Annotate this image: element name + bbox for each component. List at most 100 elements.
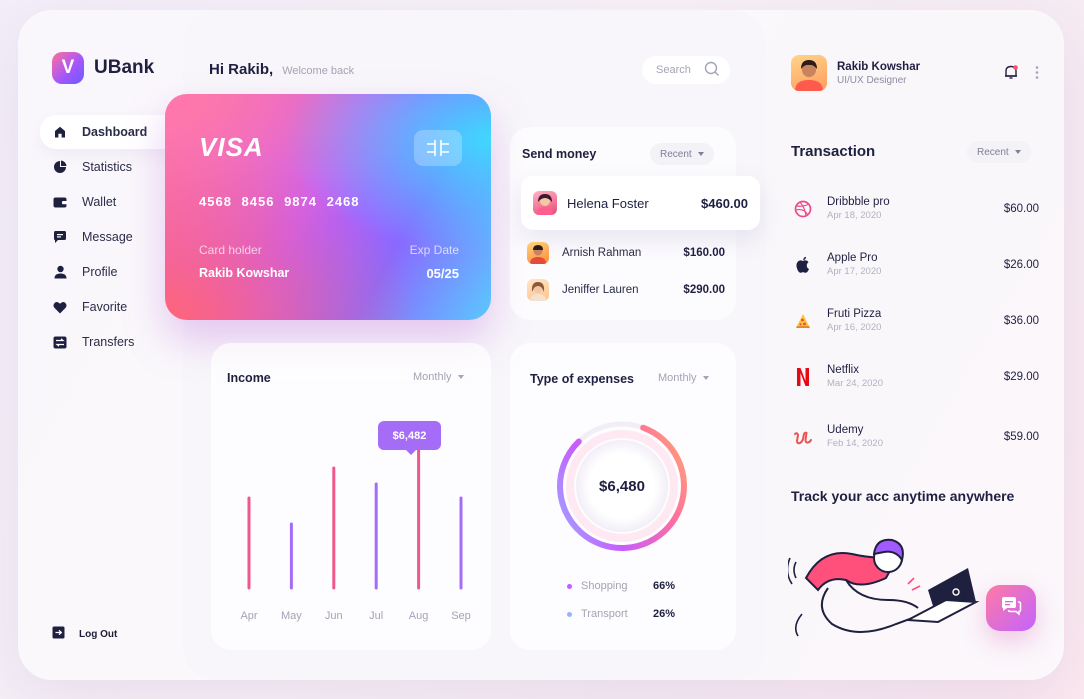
- chevron-down-icon: [702, 376, 709, 380]
- transaction-filter-label: Recent: [977, 146, 1009, 158]
- contact-row[interactable]: Jeniffer Lauren $290.00: [527, 279, 725, 301]
- logout-button[interactable]: Log Out: [52, 626, 117, 642]
- chart-tooltip: $6,482: [378, 421, 441, 455]
- more-options-icon[interactable]: [1034, 65, 1040, 86]
- sidebar-item-label: Statistics: [82, 160, 133, 174]
- transaction-name: Fruti Pizza: [827, 308, 882, 320]
- message-icon: [52, 229, 68, 245]
- chevron-down-icon: [457, 375, 464, 379]
- sidebar-item-message[interactable]: Message: [40, 220, 185, 254]
- transaction-name: Netflix: [827, 364, 859, 376]
- transaction-amount: $60.00: [1003, 202, 1039, 215]
- user-icon: [52, 264, 68, 280]
- income-filter-label: Monthly: [413, 371, 452, 383]
- card-exp-label: Exp Date: [409, 243, 459, 257]
- user-profile[interactable]: Rakib Kowshar UI/UX Designer: [791, 55, 920, 91]
- transaction-filter-dropdown[interactable]: Recent: [967, 141, 1031, 163]
- sidebar-item-wallet[interactable]: Wallet: [40, 185, 185, 219]
- contact-name: Helena Foster: [567, 195, 649, 211]
- income-bar-chart: Apr May Jun Jul Aug Sep: [240, 446, 471, 622]
- send-money-filter-dropdown[interactable]: Recent: [650, 143, 714, 165]
- dribbble-icon: [791, 197, 815, 221]
- search-icon[interactable]: [704, 61, 720, 80]
- greeting: Hi Rakib, Welcome back: [209, 61, 354, 78]
- transaction-date: Apr 17, 2020: [827, 266, 882, 277]
- transaction-row[interactable]: Dribbble pro Apr 18, 2020 $60.00: [791, 196, 1039, 221]
- transaction-amount: $36.00: [1003, 314, 1039, 327]
- card-number: 4568 8456 9874 2468: [199, 194, 360, 209]
- transaction-date: Feb 14, 2020: [827, 438, 883, 449]
- search-input[interactable]: Search: [642, 56, 730, 84]
- transaction-name: Apple Pro: [827, 252, 878, 264]
- legend-dot: [567, 583, 572, 589]
- contact-amount: $460.00: [701, 195, 748, 211]
- logo-mark: V: [52, 52, 84, 84]
- transaction-amount: $29.00: [1003, 370, 1039, 383]
- transaction-row[interactable]: Netflix Mar 24, 2020 $29.00: [791, 364, 1039, 389]
- card-holder-name: Rakib Kowshar: [199, 266, 290, 280]
- sidebar-item-profile[interactable]: Profile: [40, 255, 185, 289]
- card-chip-icon: [414, 130, 462, 166]
- sidebar-item-label: Favorite: [82, 300, 128, 314]
- greeting-subtitle: Welcome back: [282, 65, 355, 77]
- transaction-name: Udemy: [827, 424, 864, 436]
- legend-percent: 26%: [652, 608, 675, 620]
- user-name: Rakib Kowshar: [837, 60, 921, 73]
- legend-item-shopping: Shopping 66%: [567, 580, 675, 592]
- legend-label: Shopping: [581, 580, 628, 592]
- heart-icon: [52, 299, 68, 315]
- chevron-down-icon: [1014, 150, 1021, 154]
- contact-name: Arnish Rahman: [562, 247, 642, 259]
- udemy-icon: [791, 425, 815, 449]
- transaction-title: Transaction: [791, 143, 876, 160]
- transaction-amount: $59.00: [1003, 430, 1039, 443]
- contact-row-highlighted[interactable]: Helena Foster $460.00: [521, 176, 760, 230]
- avatar: [527, 279, 549, 301]
- legend-item-transport: Transport 26%: [567, 608, 675, 620]
- sidebar-item-transfers[interactable]: Transfers: [40, 325, 185, 359]
- transaction-row[interactable]: Fruti Pizza Apr 16, 2020 $36.00: [791, 308, 1039, 333]
- sidebar-item-dashboard[interactable]: Dashboard: [40, 115, 185, 149]
- transaction-row[interactable]: Apple Pro Apr 17, 2020 $26.00: [791, 252, 1039, 277]
- contact-name: Jeniffer Lauren: [562, 284, 639, 296]
- expenses-filter-label: Monthly: [658, 372, 697, 384]
- sidebar-item-favorite[interactable]: Favorite: [40, 290, 185, 324]
- logo-letter: V: [61, 57, 75, 78]
- apple-icon: [791, 253, 815, 277]
- chat-icon: [1000, 596, 1022, 621]
- sidebar-item-label: Message: [82, 230, 133, 244]
- home-icon: [52, 124, 68, 140]
- sidebar-item-label: Profile: [82, 265, 118, 279]
- legend-label: Transport: [581, 608, 628, 620]
- x-tick-label: May: [281, 610, 302, 622]
- income-filter-dropdown[interactable]: Monthly: [413, 371, 464, 383]
- avatar: [527, 242, 549, 264]
- credit-card[interactable]: VISA 4568 8456 9874 2468 Card holder Rak…: [165, 94, 491, 320]
- search-placeholder: Search: [656, 64, 691, 76]
- send-money-title: Send money: [522, 147, 597, 161]
- sidebar-item-label: Dashboard: [82, 125, 148, 139]
- transaction-row[interactable]: Udemy Feb 14, 2020 $59.00: [791, 424, 1039, 449]
- netflix-icon: [791, 365, 815, 389]
- promo-illustration: [788, 538, 980, 637]
- expenses-title: Type of expenses: [530, 372, 634, 386]
- transaction-date: Mar 24, 2020: [827, 378, 883, 389]
- expenses-filter-dropdown[interactable]: Monthly: [658, 372, 709, 384]
- card-exp-value: 05/25: [426, 266, 459, 281]
- card-holder-label: Card holder: [199, 243, 262, 257]
- logout-icon: [52, 626, 65, 642]
- contact-amount: $290.00: [683, 284, 725, 296]
- sidebar-item-statistics[interactable]: Statistics: [40, 150, 185, 184]
- contact-amount: $160.00: [683, 247, 725, 259]
- avatar: [791, 55, 827, 91]
- x-tick-label: Aug: [409, 610, 429, 622]
- sidebar-item-label: Wallet: [82, 195, 117, 209]
- contact-row[interactable]: Arnish Rahman $160.00: [527, 242, 725, 264]
- sidebar-item-label: Transfers: [82, 335, 135, 349]
- bell-icon[interactable]: [1003, 64, 1019, 85]
- chat-button[interactable]: [986, 585, 1036, 631]
- app-logo[interactable]: V UBank: [52, 52, 154, 84]
- greeting-title: Hi Rakib,: [209, 61, 274, 78]
- logout-label: Log Out: [79, 628, 118, 640]
- transfer-icon: [52, 334, 68, 350]
